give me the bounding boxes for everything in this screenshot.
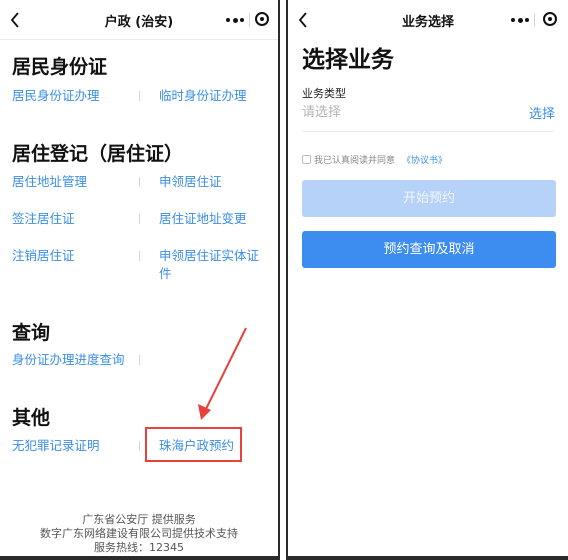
bezel: [288, 556, 568, 560]
nav-separator: [534, 13, 535, 27]
business-type-input[interactable]: [302, 101, 492, 123]
footer-hotline: 服务热线：12345: [94, 541, 184, 554]
query-cancel-button[interactable]: 预约查询及取消: [302, 231, 556, 268]
agreement-link[interactable]: 《协议书》: [402, 153, 447, 166]
more-dots-icon[interactable]: [510, 13, 530, 27]
back-button[interactable]: [296, 6, 316, 34]
close-target-icon[interactable]: [543, 12, 557, 26]
agreement-text: 我已认真阅读并同意: [314, 156, 396, 166]
field-underline: [302, 131, 554, 132]
left-phone-screen: 户政 (治安) 居民身份证 居民身份证办理 临时身份证办理 居住登记（居住证） …: [0, 0, 280, 560]
annotation-arrow-icon: [198, 327, 247, 420]
chevron-left-icon: [298, 12, 307, 28]
page-title: 选择业务: [302, 47, 394, 73]
annotation-highlight-box: [145, 427, 242, 462]
start-appointment-button[interactable]: 开始预约: [302, 180, 556, 217]
select-business-button[interactable]: 选择: [529, 103, 555, 122]
business-type-label: 业务类型: [302, 87, 346, 100]
agreement-checkbox[interactable]: [302, 155, 311, 164]
right-phone-screen: 业务选择 选择业务 业务类型 选择 我已认真阅读并同意 《协议书》 开始预约 预…: [286, 0, 568, 560]
right-navbar: 业务选择: [288, 0, 568, 40]
bezel: [0, 556, 278, 560]
